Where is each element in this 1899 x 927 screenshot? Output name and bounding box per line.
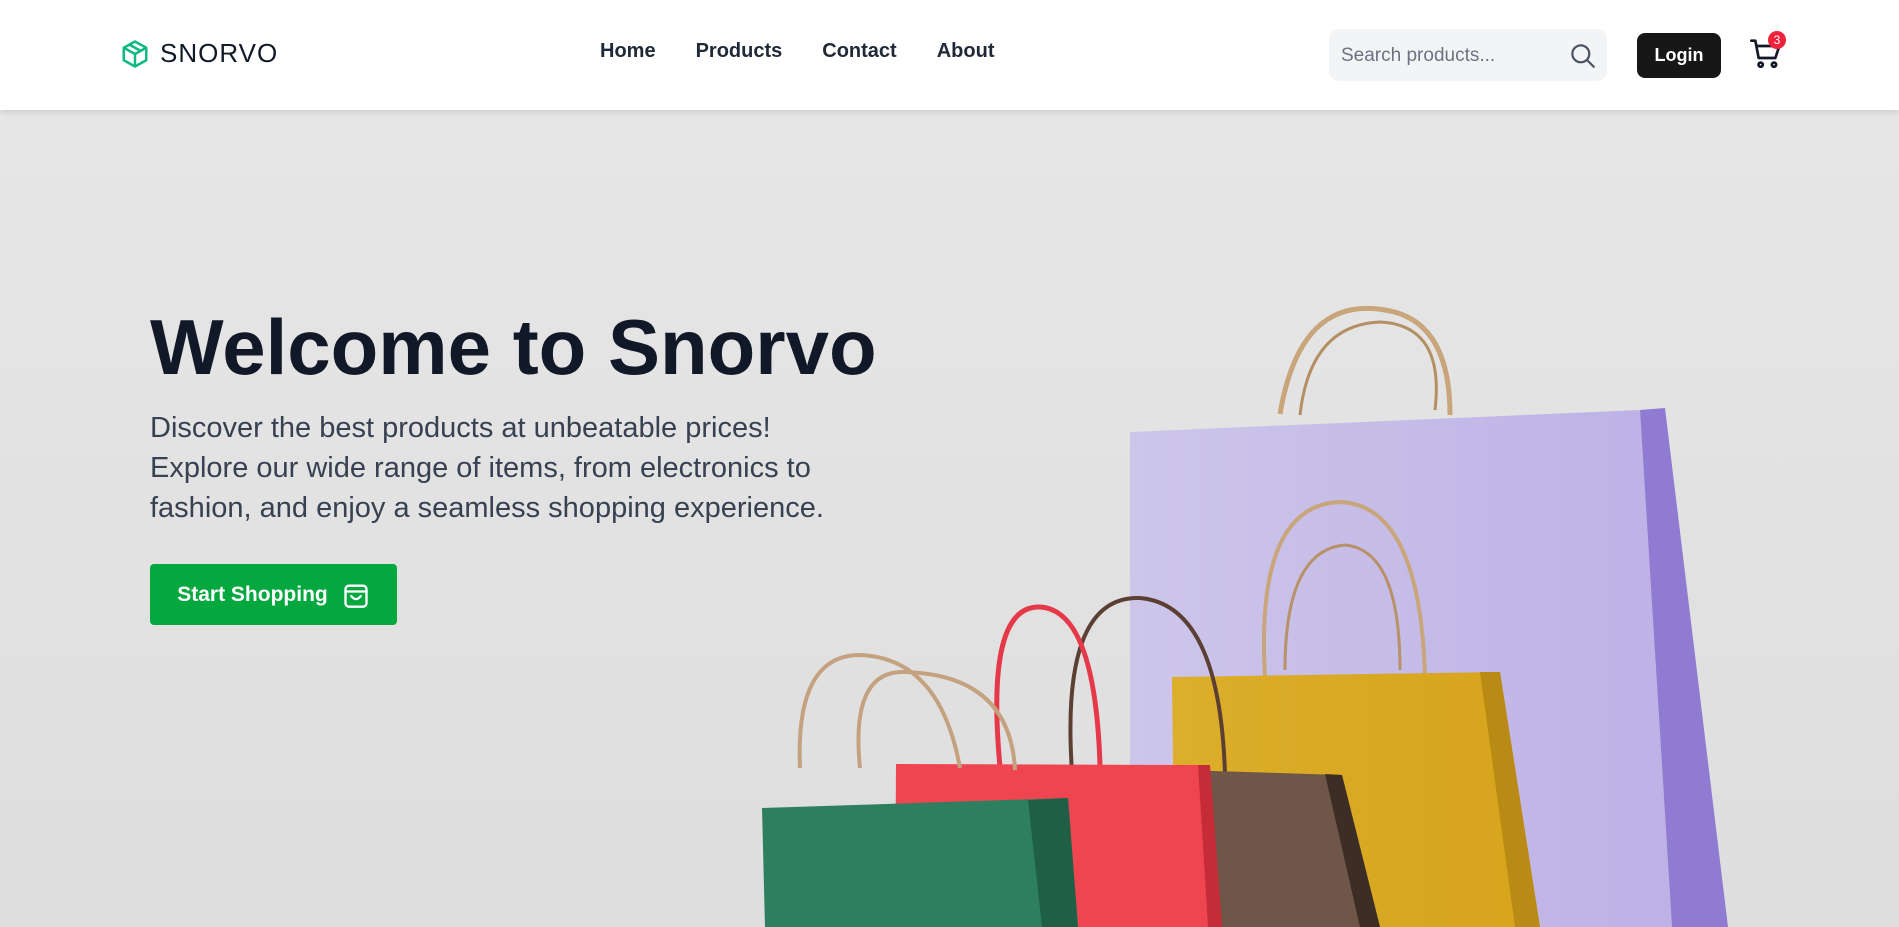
box-icon (122, 39, 148, 68)
hero-title: Welcome to Snorvo (150, 303, 877, 391)
navbar: SNORVO Home Products Contact About Login… (0, 0, 1899, 110)
search-icon[interactable] (1569, 42, 1596, 69)
main-nav: Home Products Contact About (600, 40, 994, 63)
search-box (1329, 29, 1607, 83)
nav-link-contact[interactable]: Contact (822, 40, 896, 63)
search-input[interactable] (1339, 29, 1563, 83)
cart-button[interactable]: 3 (1748, 31, 1788, 72)
start-shopping-label: Start Shopping (177, 582, 328, 606)
cart-count-badge: 3 (1768, 31, 1786, 49)
hero-section: Welcome to Snorvo Discover the best prod… (0, 110, 1899, 927)
brand-name: SNORVO (160, 38, 279, 68)
nav-link-about[interactable]: About (937, 40, 995, 63)
shopping-bag-icon (344, 584, 368, 608)
nav-link-home[interactable]: Home (600, 40, 656, 63)
start-shopping-button[interactable]: Start Shopping (150, 564, 397, 625)
nav-link-products[interactable]: Products (696, 40, 783, 63)
brand-logo[interactable]: SNORVO (120, 38, 278, 69)
login-button[interactable]: Login (1637, 33, 1721, 78)
hero-description: Discover the best products at unbeatable… (150, 412, 824, 524)
